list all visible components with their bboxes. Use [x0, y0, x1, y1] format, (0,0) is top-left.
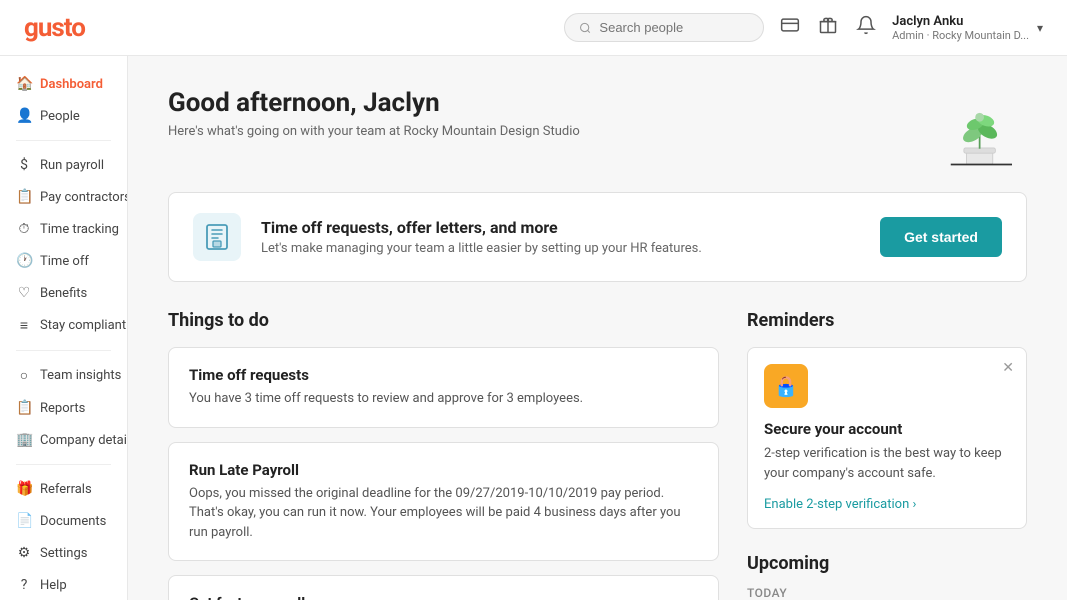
time-off-icon: 🕐 [16, 253, 32, 269]
sidebar-item-benefits[interactable]: ♡ Benefits [0, 277, 127, 309]
help-icon: ? [16, 577, 32, 593]
task-faster-payroll-title: Get faster payroll [189, 594, 698, 600]
sidebar-item-help[interactable]: ? Help [0, 569, 127, 600]
user-menu[interactable]: Jaclyn Anku Admin · Rocky Mountain D... … [892, 14, 1043, 42]
bell-icon[interactable] [856, 15, 876, 40]
user-role: Admin · Rocky Mountain D... [892, 29, 1029, 42]
right-column: Reminders ✕ Secure your account 2-step v… [747, 310, 1027, 600]
greeting-text: Good afternoon, Jaclyn Here's what's goi… [168, 88, 580, 139]
enable-2step-link[interactable]: Enable 2-step verification › [764, 497, 916, 512]
documents-icon: 📄 [16, 513, 32, 529]
time-tracking-icon: ⏱ [16, 221, 32, 237]
sidebar-item-documents[interactable]: 📄 Documents [0, 505, 127, 537]
insights-icon: ○ [16, 367, 32, 384]
main-layout: 🏠 Dashboard 👤 People $ Run payroll 📋 Pay… [0, 56, 1067, 600]
reminder-title: Secure your account [764, 420, 1010, 438]
payroll-icon: $ [16, 157, 32, 173]
two-column-layout: Things to do Time off requests You have … [168, 310, 1027, 600]
company-icon: 🏢 [16, 432, 32, 448]
top-navigation: gusto Jaclyn Anku Admin · Rocky Mountain… [0, 0, 1067, 56]
sidebar-item-time-off[interactable]: 🕐 Time off [0, 245, 127, 277]
settings-icon: ⚙ [16, 545, 32, 561]
hr-banner-subtitle: Let's make managing your team a little e… [261, 241, 860, 256]
greeting-illustration [927, 88, 1027, 168]
contractors-icon: 📋 [16, 189, 32, 205]
sidebar-item-stay-compliant[interactable]: ≡ Stay compliant [0, 309, 127, 342]
things-to-do-section: Things to do Time off requests You have … [168, 310, 719, 600]
get-started-button[interactable]: Get started [880, 217, 1002, 257]
task-card-time-off[interactable]: Time off requests You have 3 time off re… [168, 347, 719, 428]
task-late-payroll-desc: Oops, you missed the original deadline f… [189, 484, 698, 543]
sidebar-item-time-tracking[interactable]: ⏱ Time tracking [0, 213, 127, 245]
search-bar[interactable] [564, 13, 764, 42]
gusto-logo[interactable]: gusto [24, 13, 85, 43]
hr-feature-banner: Time off requests, offer letters, and mo… [168, 192, 1027, 282]
sidebar-item-referrals[interactable]: 🎁 Referrals [0, 473, 127, 505]
search-input[interactable] [599, 20, 749, 35]
task-card-faster-payroll[interactable]: Get faster payroll Want to run payroll j… [168, 575, 719, 600]
sidebar-item-dashboard[interactable]: 🏠 Dashboard [0, 68, 127, 100]
sidebar-item-company-details[interactable]: 🏢 Company details [0, 424, 127, 456]
sidebar-item-run-payroll[interactable]: $ Run payroll [0, 149, 127, 181]
hr-banner-content: Time off requests, offer letters, and mo… [261, 218, 860, 256]
main-content: Good afternoon, Jaclyn Here's what's goi… [128, 56, 1067, 600]
sidebar-divider-3 [16, 464, 111, 465]
sidebar-item-reports[interactable]: 📋 Reports [0, 392, 127, 424]
sidebar-item-pay-contractors[interactable]: 📋 Pay contractors [0, 181, 127, 213]
reminder-description: 2-step verification is the best way to k… [764, 444, 1010, 483]
sidebar-divider-1 [16, 140, 111, 141]
home-icon: 🏠 [16, 76, 32, 92]
sidebar-item-team-insights[interactable]: ○ Team insights [0, 359, 127, 392]
people-icon: 👤 [16, 108, 32, 124]
task-time-off-title: Time off requests [189, 366, 698, 384]
hr-banner-icon [193, 213, 241, 261]
hr-banner-title: Time off requests, offer letters, and mo… [261, 218, 860, 237]
sidebar-divider-2 [16, 350, 111, 351]
sidebar-item-people[interactable]: 👤 People [0, 100, 127, 132]
reminders-title: Reminders [747, 310, 1027, 331]
card-icon[interactable] [780, 15, 800, 40]
search-icon [579, 21, 591, 35]
upcoming-label: Today [747, 586, 1027, 600]
compliant-icon: ≡ [16, 317, 32, 334]
greeting-heading: Good afternoon, Jaclyn [168, 88, 580, 118]
referrals-icon: 🎁 [16, 481, 32, 497]
greeting-section: Good afternoon, Jaclyn Here's what's goi… [168, 88, 1027, 168]
sidebar: 🏠 Dashboard 👤 People $ Run payroll 📋 Pay… [0, 56, 128, 600]
task-time-off-desc: You have 3 time off requests to review a… [189, 389, 698, 409]
lock-icon [764, 364, 808, 408]
nav-icon-group [780, 15, 876, 40]
close-icon[interactable]: ✕ [1002, 360, 1014, 376]
reports-icon: 📋 [16, 400, 32, 416]
things-to-do-title: Things to do [168, 310, 719, 331]
benefits-icon: ♡ [16, 285, 32, 301]
task-late-payroll-title: Run Late Payroll [189, 461, 698, 479]
upcoming-title: Upcoming [747, 553, 1027, 574]
reminder-card: ✕ Secure your account 2-step verificatio… [747, 347, 1027, 529]
task-card-run-late-payroll[interactable]: Run Late Payroll Oops, you missed the or… [168, 442, 719, 562]
gift-icon[interactable] [818, 15, 838, 40]
chevron-down-icon: ▾ [1037, 21, 1043, 35]
sidebar-item-settings[interactable]: ⚙ Settings [0, 537, 127, 569]
user-name: Jaclyn Anku [892, 14, 1029, 29]
greeting-subheading: Here's what's going on with your team at… [168, 124, 580, 139]
